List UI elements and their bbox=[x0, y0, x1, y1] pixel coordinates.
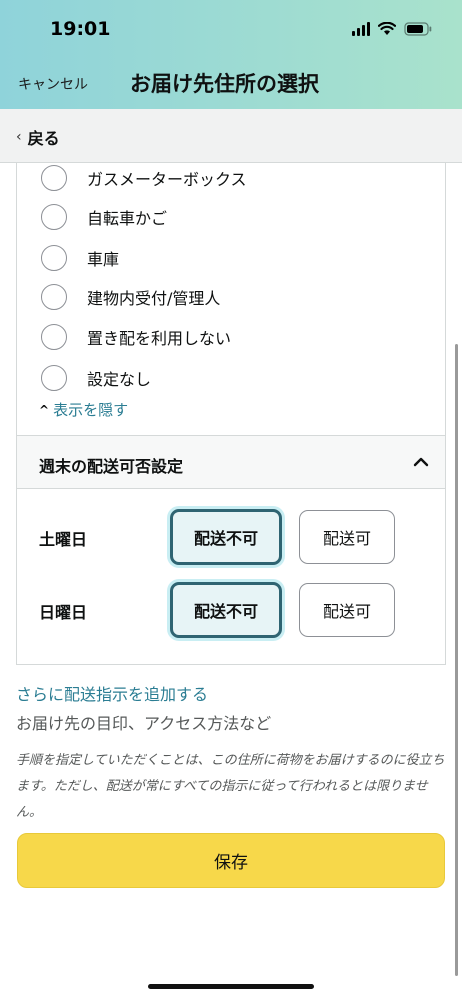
radio-label: 置き配を利用しない bbox=[87, 329, 232, 348]
day-label: 日曜日 bbox=[39, 603, 88, 622]
day-label: 土曜日 bbox=[39, 530, 88, 549]
signal-icon bbox=[352, 22, 370, 36]
radio-label: 自転車かご bbox=[87, 209, 168, 228]
radio-option-garage[interactable]: 車庫 bbox=[41, 243, 119, 273]
weekend-settings-header[interactable]: 週末の配送可否設定 bbox=[17, 435, 445, 489]
back-bar: ‹ 戻る bbox=[0, 109, 462, 163]
radio-option-gas-meter-box[interactable]: ガスメーターボックス bbox=[41, 163, 247, 193]
sunday-no-delivery-button[interactable]: 配送不可 bbox=[170, 582, 282, 638]
page-title: お届け先住所の選択 bbox=[130, 72, 319, 96]
radio-option-no-drop-off[interactable]: 置き配を利用しない bbox=[41, 322, 231, 352]
saturday-row: 土曜日 配送不可 配送可 bbox=[17, 509, 445, 565]
caret-up-icon: ^ bbox=[39, 402, 50, 417]
radio-label: 車庫 bbox=[87, 250, 120, 269]
radio-button[interactable] bbox=[41, 204, 67, 230]
sunday-row: 日曜日 配送不可 配送可 bbox=[17, 582, 445, 638]
back-button[interactable]: ‹ 戻る bbox=[16, 125, 60, 149]
status-bar: 19:01 bbox=[0, 0, 462, 60]
instructions-note: 手順を指定していただくことは、この住所に荷物をお届けするのに役立ちます。ただし、… bbox=[16, 753, 445, 820]
battery-icon bbox=[404, 22, 432, 36]
radio-label: 建物内受付/管理人 bbox=[87, 289, 221, 308]
hide-options-label: 表示を隠す bbox=[53, 401, 129, 419]
app-header: 19:01 キャンセル お届け先住所の選択 bbox=[0, 0, 462, 109]
radio-option-reception[interactable]: 建物内受付/管理人 bbox=[41, 282, 220, 312]
home-indicator[interactable] bbox=[148, 984, 314, 989]
cancel-button[interactable]: キャンセル bbox=[18, 74, 88, 94]
radio-button[interactable] bbox=[41, 165, 67, 191]
add-instructions-subtext: お届け先の目印、アクセス方法など bbox=[16, 714, 272, 733]
save-button[interactable]: 保存 bbox=[17, 833, 445, 888]
radio-button[interactable] bbox=[41, 365, 67, 391]
radio-option-not-set[interactable]: 設定なし bbox=[41, 363, 151, 393]
status-icons bbox=[352, 20, 432, 38]
saturday-no-delivery-button[interactable]: 配送不可 bbox=[170, 509, 282, 565]
radio-button[interactable] bbox=[41, 245, 67, 271]
radio-button[interactable] bbox=[41, 284, 67, 310]
radio-label: ガスメーターボックス bbox=[87, 170, 247, 189]
back-label: 戻る bbox=[27, 129, 60, 148]
delivery-options-panel: ガスメーターボックス 自転車かご 車庫 建物内受付/管理人 置き配を利用しない … bbox=[16, 163, 446, 665]
add-delivery-instructions-link[interactable]: さらに配送指示を追加する bbox=[16, 681, 208, 705]
radio-button[interactable] bbox=[41, 324, 67, 350]
chevron-left-icon: ‹ bbox=[16, 129, 22, 145]
wifi-icon bbox=[378, 22, 396, 36]
nav-title-row: キャンセル お届け先住所の選択 bbox=[0, 62, 462, 102]
chevron-up-icon[interactable] bbox=[413, 454, 429, 474]
radio-option-bicycle-basket[interactable]: 自転車かご bbox=[41, 202, 167, 232]
scrollbar[interactable] bbox=[455, 344, 458, 976]
weekend-settings-title: 週末の配送可否設定 bbox=[39, 457, 184, 476]
radio-label: 設定なし bbox=[87, 370, 152, 389]
sunday-delivery-ok-button[interactable]: 配送可 bbox=[299, 583, 395, 637]
saturday-delivery-ok-button[interactable]: 配送可 bbox=[299, 510, 395, 564]
status-time: 19:01 bbox=[50, 18, 111, 40]
hide-options-toggle[interactable]: ^ 表示を隠す bbox=[39, 399, 128, 420]
